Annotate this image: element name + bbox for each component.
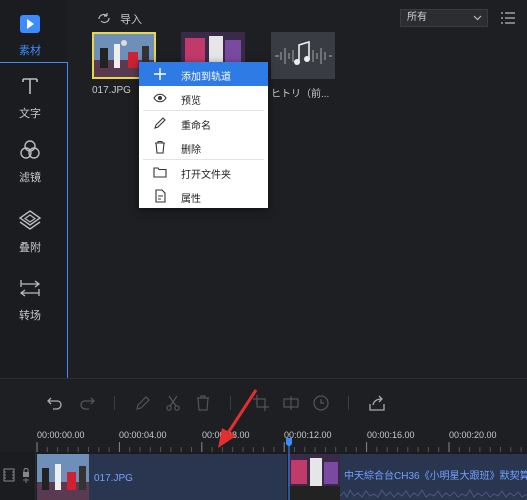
export-icon	[368, 395, 386, 415]
clip-thumbnail	[288, 454, 340, 500]
panel-divider	[0, 378, 527, 379]
import-button[interactable]: 导入	[96, 9, 142, 29]
menu-item-label: 属性	[181, 194, 201, 205]
menu-item-open-folder[interactable]: 打开文件夹	[139, 160, 268, 184]
timeline-toolbar	[0, 386, 527, 422]
sidebar-item-filter[interactable]: 滤镜	[0, 130, 60, 194]
timeline-clip[interactable]: 017.JPG	[37, 454, 287, 500]
transition-arrows-icon	[17, 277, 43, 302]
undo-button[interactable]	[46, 394, 64, 412]
sidebar-item-label: 转场	[19, 310, 41, 322]
sidebar-item-media[interactable]: 素材	[0, 4, 60, 68]
clip-name: 017.JPG	[94, 473, 133, 484]
filter-select-value: 所有	[407, 12, 427, 23]
cut-button[interactable]	[164, 394, 182, 412]
menu-item-delete[interactable]: 删除	[139, 135, 268, 159]
sidebar-item-transition[interactable]: 转场	[0, 268, 60, 332]
menu-item-label: 打开文件夹	[181, 170, 231, 181]
list-view-button[interactable]	[500, 10, 516, 26]
delete-button[interactable]	[194, 394, 212, 412]
sidebar-item-label: 素材	[19, 45, 41, 57]
eye-icon	[153, 91, 167, 105]
folder-icon	[153, 165, 167, 179]
time-label: 00:00:00.00	[37, 430, 85, 440]
pencil-icon	[153, 116, 167, 130]
edit-button[interactable]	[134, 394, 152, 412]
time-label: 00:00:04.00	[119, 430, 167, 440]
menu-item-label: 添加到轨道	[181, 72, 231, 83]
film-icon	[3, 468, 15, 485]
ruler-ticks	[36, 442, 522, 452]
timeline-ruler[interactable]: 00:00:00.00 00:00:04.00 00:00:08.00 00:0…	[0, 426, 527, 452]
sidebar-item-text[interactable]: 文字	[0, 66, 60, 130]
video-track: 017.JPG 中天綜合台CH36《小明星大跟班》默契算...	[0, 452, 527, 500]
menu-item-label: 删除	[181, 145, 201, 156]
media-item[interactable]: ヒトリ（前...	[271, 32, 337, 100]
split-icon	[282, 396, 300, 415]
audio-waveform	[340, 488, 527, 499]
media-play-icon	[19, 14, 41, 37]
filter-circles-icon	[19, 139, 41, 164]
track-controls	[0, 452, 36, 500]
media-filter-select[interactable]: 所有	[400, 9, 488, 27]
duration-button[interactable]	[312, 394, 330, 412]
export-button[interactable]	[368, 394, 386, 412]
clip-thumbnail	[37, 454, 89, 500]
clip-name: 中天綜合台CH36《小明星大跟班》默契算...	[344, 471, 527, 482]
media-thumbnail	[271, 32, 335, 79]
undo-icon	[46, 397, 64, 415]
overlay-layers-icon	[18, 209, 42, 234]
menu-item-preview[interactable]: 预览	[139, 86, 268, 110]
time-label: 00:00:08.00	[202, 430, 250, 440]
time-label: 00:00:20.00	[449, 430, 497, 440]
playhead[interactable]	[286, 438, 292, 500]
sidebar-item-label: 滤镜	[19, 172, 41, 184]
menu-item-label: 预览	[181, 96, 201, 107]
sidebar: 素材 文字 滤镜 叠附 转场	[0, 0, 67, 378]
text-T-icon	[19, 75, 41, 100]
timeline-clip[interactable]: 中天綜合台CH36《小明星大跟班》默契算...	[288, 454, 527, 500]
scissors-icon	[164, 395, 182, 415]
list-icon	[500, 12, 516, 29]
redo-icon	[78, 397, 96, 415]
time-label: 00:00:16.00	[367, 430, 415, 440]
lock-icon[interactable]	[22, 466, 30, 487]
crop-icon	[252, 395, 270, 415]
toolbar-divider	[114, 396, 115, 410]
sidebar-item-overlay[interactable]: 叠附	[0, 200, 60, 264]
toolbar-divider	[230, 396, 231, 410]
menu-item-add-to-track[interactable]: 添加到轨道	[139, 62, 268, 86]
plus-icon	[153, 67, 167, 81]
menu-item-properties[interactable]: 属性	[139, 184, 268, 208]
sidebar-item-label: 叠附	[19, 242, 41, 254]
toolbar-divider	[348, 396, 349, 410]
split-button[interactable]	[282, 394, 300, 412]
context-menu: 添加到轨道 预览 重命名 删除 打开文件夹 属性	[139, 62, 268, 208]
import-label: 导入	[120, 14, 142, 26]
menu-item-rename[interactable]: 重命名	[139, 111, 268, 135]
chevron-down-icon	[473, 12, 482, 21]
menu-item-label: 重命名	[181, 121, 211, 132]
crop-button[interactable]	[252, 394, 270, 412]
document-icon	[153, 189, 167, 203]
sidebar-item-label: 文字	[19, 108, 41, 120]
clock-icon	[312, 395, 330, 415]
media-name: ヒトリ（前...	[271, 89, 330, 100]
pencil-icon	[134, 396, 152, 415]
import-icon	[96, 11, 112, 28]
trash-icon	[153, 140, 167, 154]
trash-icon	[194, 395, 212, 415]
redo-button[interactable]	[78, 394, 96, 412]
